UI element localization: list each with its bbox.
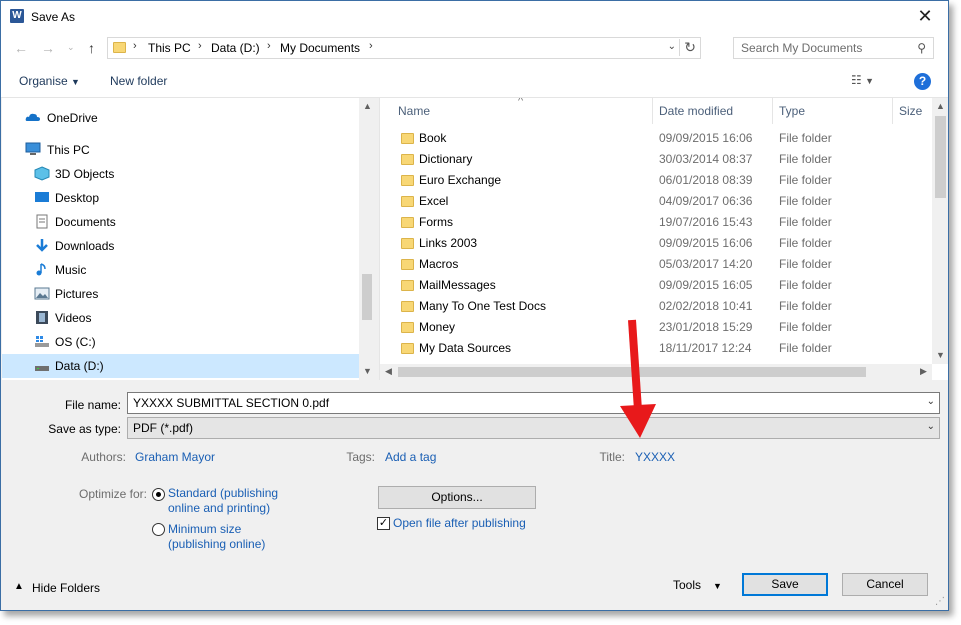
annotation-arrow-icon: [620, 319, 656, 438]
